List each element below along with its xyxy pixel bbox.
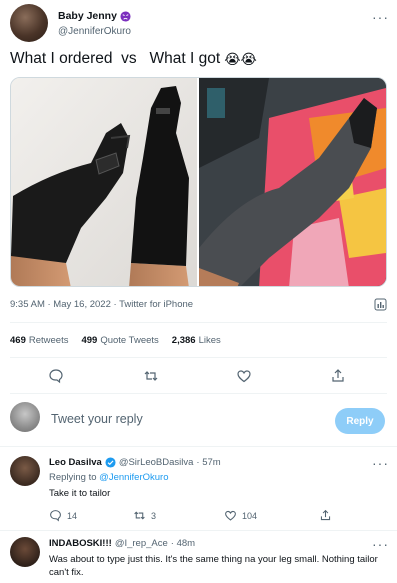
reply-author-handle[interactable]: @I_rep_Ace <box>115 538 168 549</box>
divider <box>0 446 397 447</box>
reply-icon[interactable] <box>48 368 64 384</box>
reply-author-name[interactable]: INDABOSKI!!! <box>49 538 112 549</box>
tweet-header: Baby Jenny @JenniferOkuro <box>10 4 387 42</box>
viewer-avatar[interactable] <box>10 402 40 432</box>
reply-header: INDABOSKI!!! @I_rep_Ace · 48m <box>49 538 195 549</box>
retweet-count-group[interactable]: 3 <box>133 509 156 522</box>
likes-stat[interactable]: 2,386 Likes <box>172 335 221 346</box>
divider <box>10 322 387 323</box>
reply-avatar[interactable] <box>10 456 40 486</box>
like-icon <box>225 510 236 521</box>
reply-avatar[interactable] <box>10 537 40 567</box>
reply-button[interactable]: Reply <box>335 408 385 434</box>
tweet-text: What I ordered vs What I got 😭😭 <box>10 50 257 68</box>
replying-to: Replying to @JenniferOkuro <box>49 472 169 483</box>
reply-time[interactable]: · 57m <box>196 457 220 468</box>
tweet-timestamp[interactable]: 9:35 AM · May 16, 2022 · Twitter for iPh… <box>10 299 193 310</box>
retweet-icon <box>134 511 145 520</box>
reply-text: Was about to type just this. It's the sa… <box>49 554 378 578</box>
verified-badge-icon <box>105 457 116 468</box>
reply-item[interactable]: INDABOSKI!!! @I_rep_Ace · 48m ··· Was ab… <box>0 534 397 583</box>
tweet-emoji: 😭😭 <box>224 50 257 67</box>
author-avatar[interactable] <box>10 4 48 42</box>
more-options-icon[interactable]: ··· <box>372 10 389 24</box>
reply-actions: 14 3 104 <box>49 509 379 523</box>
reply-input[interactable]: Tweet your reply <box>51 412 143 426</box>
tweet-stats: 469 Retweets 499 Quote Tweets 2,386 Likes <box>10 335 221 346</box>
reply-count: 14 <box>67 510 78 521</box>
crying-face-emoji-icon <box>120 10 131 22</box>
photo-what-got[interactable] <box>199 78 386 286</box>
share-icon <box>320 509 331 521</box>
reply-text: Take it to tailor <box>49 488 111 499</box>
tweet-media <box>10 77 387 287</box>
author-name-row[interactable]: Baby Jenny <box>58 10 131 22</box>
reply-header: Leo Dasilva @SirLeoBDasilva · 57m <box>49 457 221 468</box>
author-handle[interactable]: @JenniferOkuro <box>58 26 131 37</box>
reply-author-name[interactable]: Leo Dasilva <box>49 457 102 468</box>
replying-to-link[interactable]: @JenniferOkuro <box>99 472 168 483</box>
reply-author-handle[interactable]: @SirLeoBDasilva <box>119 457 194 468</box>
reply-icon <box>50 510 61 522</box>
more-options-icon[interactable]: ··· <box>372 537 389 551</box>
like-icon[interactable] <box>236 368 252 384</box>
reply-item[interactable]: Leo Dasilva @SirLeoBDasilva · 57m ··· Re… <box>0 453 397 525</box>
quote-tweets-stat[interactable]: 499 Quote Tweets <box>81 335 158 346</box>
tweet-body: What I ordered vs What I got <box>10 50 221 67</box>
retweet-icon[interactable] <box>143 368 159 384</box>
like-count-group[interactable]: 104 <box>224 509 257 522</box>
tweet-actions <box>0 368 397 386</box>
share-group[interactable] <box>319 509 332 522</box>
retweets-stat[interactable]: 469 Retweets <box>10 335 68 346</box>
like-count: 104 <box>242 510 258 521</box>
divider <box>0 530 397 531</box>
reply-count-group[interactable]: 14 <box>49 509 77 522</box>
divider <box>10 357 387 358</box>
retweet-count: 3 <box>151 510 157 521</box>
more-options-icon[interactable]: ··· <box>372 456 389 470</box>
photo-what-ordered[interactable] <box>11 78 199 286</box>
share-icon[interactable] <box>330 368 346 384</box>
divider <box>10 393 387 394</box>
analytics-icon[interactable] <box>374 298 387 311</box>
author-name[interactable]: Baby Jenny <box>58 10 117 22</box>
reply-time[interactable]: · 48m <box>171 538 195 549</box>
